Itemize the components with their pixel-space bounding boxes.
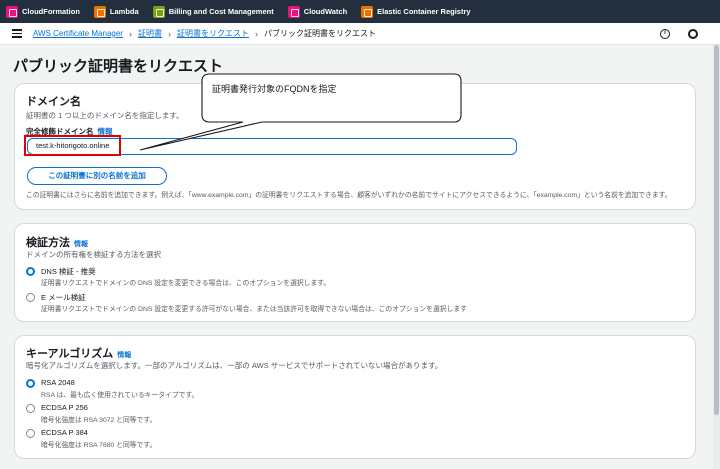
page-scrollbar[interactable] <box>713 45 720 469</box>
callout-shape <box>139 73 462 151</box>
callout-text: 証明書発行対象のFQDNを指定 <box>212 84 337 94</box>
annotation-callout: 証明書発行対象のFQDNを指定 <box>139 73 462 151</box>
scrollbar-thumb[interactable] <box>714 45 719 415</box>
